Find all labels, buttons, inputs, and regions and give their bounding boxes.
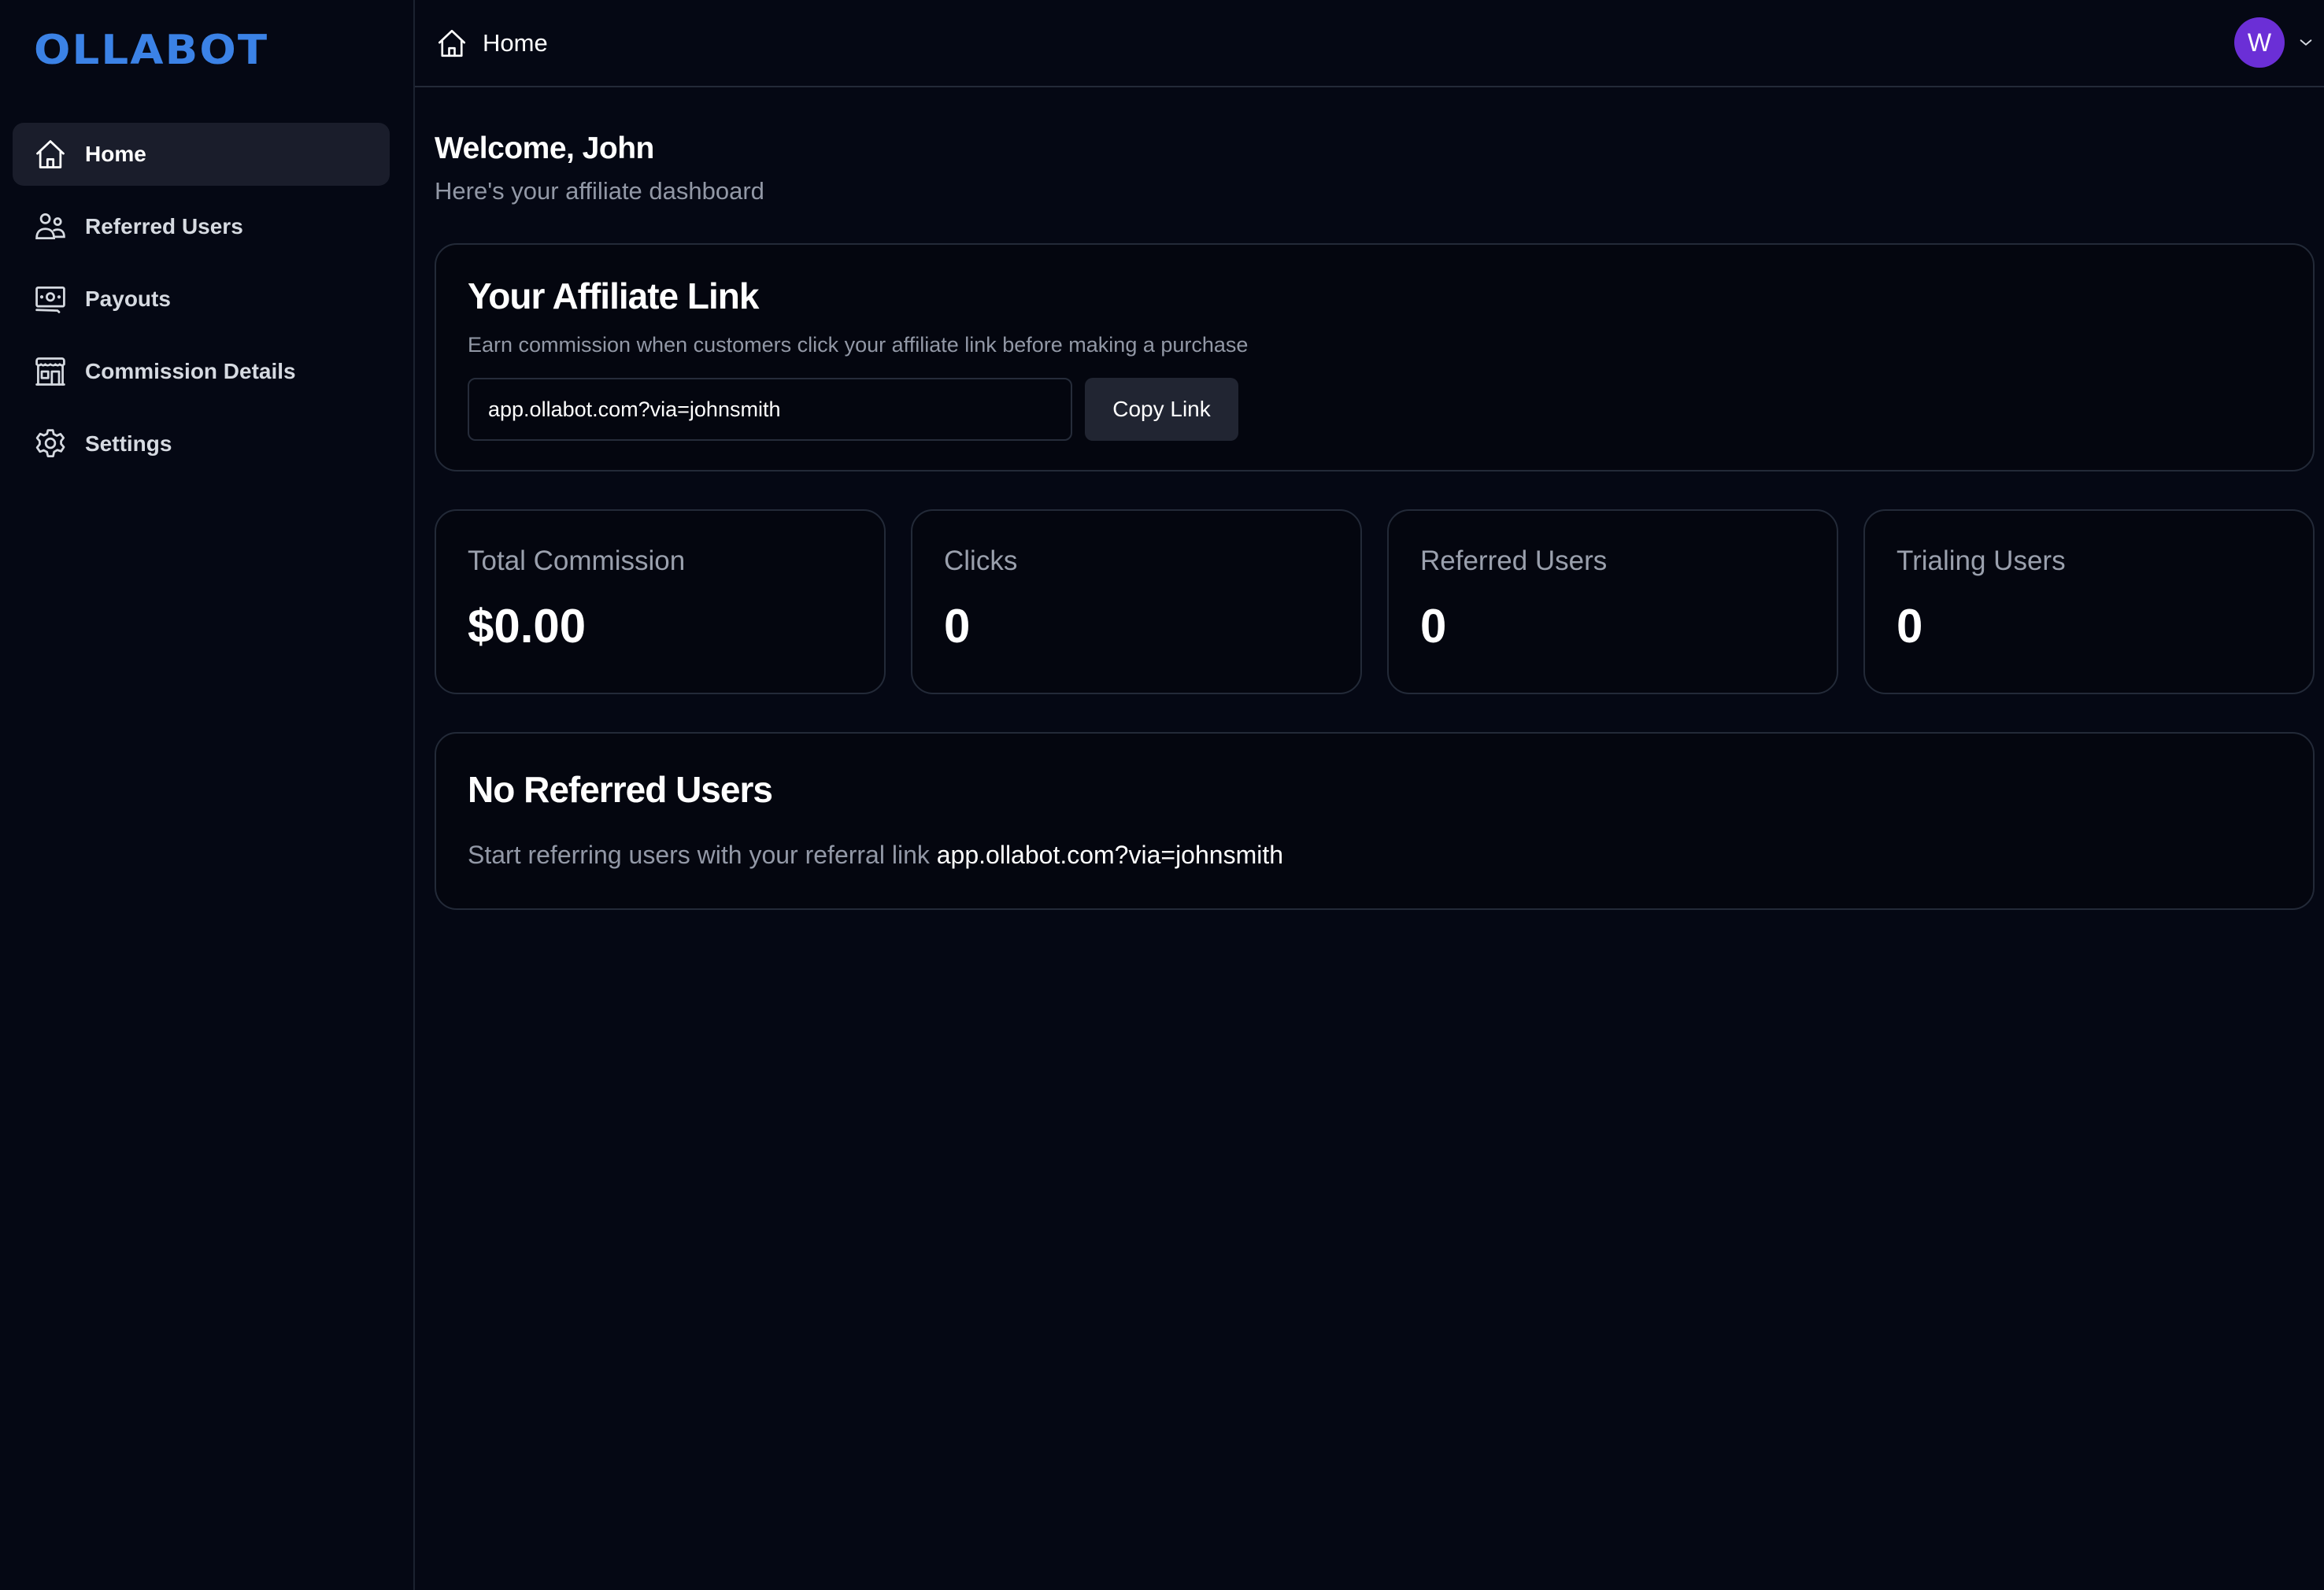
- stat-value: 0: [1420, 600, 1447, 653]
- user-menu[interactable]: W: [2234, 17, 2315, 68]
- breadcrumb-label: Home: [483, 28, 548, 57]
- stat-label: Referred Users: [1420, 545, 1608, 576]
- stat-card-trialing-users: Trialing Users 0: [1863, 509, 2315, 694]
- empty-state-title: No Referred Users: [468, 769, 773, 810]
- stat-card-total-commission: Total Commission $0.00: [435, 509, 886, 694]
- affiliate-link-title: Your Affiliate Link: [468, 275, 759, 316]
- copy-link-button[interactable]: Copy Link: [1085, 378, 1238, 441]
- affiliate-link-input[interactable]: [468, 378, 1072, 441]
- stat-label: Trialing Users: [1897, 545, 2066, 576]
- sidebar-item-home[interactable]: Home: [13, 123, 390, 186]
- chevron-down-icon[interactable]: [2297, 34, 2315, 51]
- sidebar-item-payouts[interactable]: Payouts: [13, 268, 390, 331]
- empty-state-message: Start referring users with your referral…: [468, 841, 930, 869]
- app-root: OLLABOT Home Referred Users Payouts Comm…: [0, 0, 2324, 1590]
- sidebar-item-label: Referred Users: [85, 214, 243, 238]
- sidebar-item-settings[interactable]: Settings: [13, 412, 390, 475]
- stat-label: Total Commission: [468, 545, 686, 576]
- home-icon: [33, 137, 68, 172]
- avatar[interactable]: W: [2234, 17, 2285, 68]
- logo[interactable]: OLLABOT: [34, 27, 268, 74]
- page-subtitle: Here's your affiliate dashboard: [435, 177, 764, 205]
- breadcrumb[interactable]: Home: [435, 27, 548, 60]
- affiliate-link-card: Your Affiliate Link Earn commission when…: [435, 243, 2315, 471]
- sidebar: OLLABOT Home Referred Users Payouts Comm…: [0, 0, 415, 1590]
- stat-value: $0.00: [468, 600, 587, 653]
- stat-card-referred-users: Referred Users 0: [1387, 509, 1838, 694]
- sidebar-item-label: Payouts: [85, 287, 171, 311]
- banknote-icon: [33, 282, 68, 316]
- stat-value: 0: [1897, 600, 1923, 653]
- page-title: Welcome, John: [435, 131, 654, 165]
- sidebar-item-commission-details[interactable]: Commission Details: [13, 340, 390, 403]
- referred-users-empty-card: No Referred Users Start referring users …: [435, 732, 2315, 910]
- affiliate-link-row: Copy Link: [468, 378, 2281, 441]
- stat-value: 0: [944, 600, 971, 653]
- sidebar-item-referred-users[interactable]: Referred Users: [13, 195, 390, 258]
- stat-label: Clicks: [944, 545, 1018, 576]
- top-bar: Home W: [415, 0, 2324, 87]
- main-area: Home W Welcome, John Here's your affilia…: [415, 0, 2324, 1590]
- sidebar-item-label: Settings: [85, 431, 172, 456]
- stats-row: Total Commission $0.00 Clicks 0 Referred…: [435, 509, 2315, 694]
- sidebar-nav: Home Referred Users Payouts Commission D…: [13, 123, 390, 485]
- users-icon: [33, 209, 68, 244]
- dashboard-content: Welcome, John Here's your affiliate dash…: [415, 87, 2324, 910]
- affiliate-link-description: Earn commission when customers click you…: [468, 333, 1249, 357]
- empty-state-text: Start referring users with your referral…: [468, 841, 2281, 870]
- gear-icon: [33, 427, 68, 461]
- home-icon: [435, 27, 468, 60]
- stat-card-clicks: Clicks 0: [911, 509, 1362, 694]
- sidebar-item-label: Home: [85, 142, 146, 166]
- storefront-icon: [33, 354, 68, 389]
- referral-link-text[interactable]: app.ollabot.com?via=johnsmith: [937, 841, 1283, 869]
- sidebar-item-label: Commission Details: [85, 359, 296, 383]
